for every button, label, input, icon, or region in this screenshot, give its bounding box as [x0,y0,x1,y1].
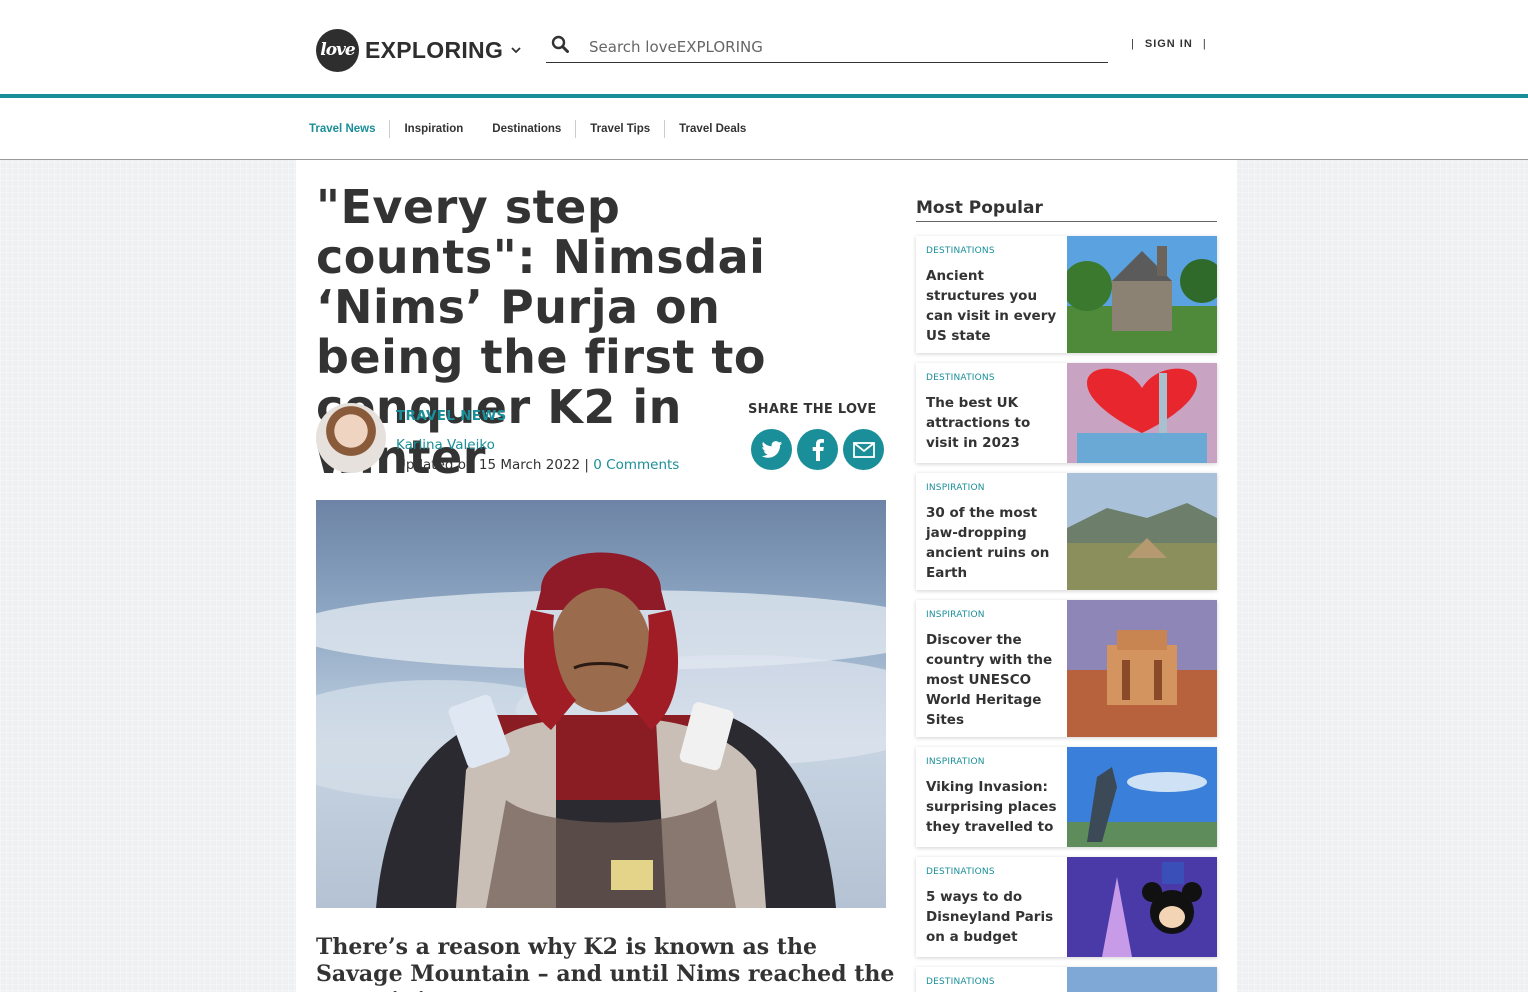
twitter-icon [761,440,782,458]
facebook-icon [812,438,824,461]
card-category[interactable]: INSPIRATION [926,757,985,767]
popular-card[interactable]: DESTINATIONS Ancient structures you can … [916,236,1217,353]
card-thumbnail[interactable] [1067,473,1217,590]
popular-card[interactable]: DESTINATIONS The best UK attractions to … [916,363,1217,463]
updated-date: Updated on 15 March 2022 | [396,457,589,473]
card-category[interactable]: DESTINATIONS [926,246,995,256]
card-thumbnail[interactable] [1067,857,1217,957]
separator: | [1202,38,1207,50]
card-title[interactable]: 5 ways to do Disneyland Paris on a budge… [926,887,1061,947]
nav-travel-news[interactable]: Travel News [309,123,375,135]
search-input[interactable] [589,34,1089,60]
main-nav: Travel News Inspiration Destinations Tra… [0,98,1528,160]
share-email-button[interactable] [843,429,884,470]
author-avatar[interactable] [316,403,386,473]
card-thumbnail[interactable] [1067,363,1217,463]
nav-travel-tips[interactable]: Travel Tips [590,123,650,135]
most-popular-heading: Most Popular [916,198,1217,222]
card-thumbnail[interactable] [1067,747,1217,847]
card-category[interactable]: DESTINATIONS [926,867,995,877]
nav-divider [664,120,666,138]
share-label: SHARE THE LOVE [748,402,877,417]
article-category-link[interactable]: TRAVEL NEWS [396,408,507,424]
account-links: | SIGN IN | [1131,38,1207,50]
nav-divider [389,120,391,138]
nav-destinations[interactable]: Destinations [492,123,561,135]
site-logo[interactable]: love EXPLORING [316,28,522,72]
author-link[interactable]: Karlina Valeiko [396,437,495,453]
logo-wordmark: EXPLORING [365,36,504,63]
popular-card[interactable]: INSPIRATION Discover the country with th… [916,600,1217,737]
popular-card[interactable]: DESTINATIONS 5 ways to do Disneyland Par… [916,857,1217,957]
share-twitter-button[interactable] [751,429,792,470]
popular-card[interactable]: INSPIRATION 30 of the most jaw-dropping … [916,473,1217,590]
card-title[interactable]: Ancient structures you can visit in ever… [926,266,1061,346]
popular-card[interactable]: INSPIRATION Viking Invasion: surprising … [916,747,1217,847]
card-category[interactable]: INSPIRATION [926,610,985,620]
share-facebook-button[interactable] [797,429,838,470]
chevron-down-icon[interactable] [510,44,522,56]
site-header: love EXPLORING | SIGN IN | [0,0,1528,94]
card-thumbnail[interactable] [1067,236,1217,353]
popular-card[interactable]: DESTINATIONS [916,967,1217,992]
hero-image [316,500,886,908]
nav-inspiration[interactable]: Inspiration [404,123,463,135]
search-bar [546,32,1108,63]
nav-travel-deals[interactable]: Travel Deals [679,123,746,135]
article-lede: There’s a reason why K2 is known as the … [316,934,895,992]
card-category[interactable]: DESTINATIONS [926,373,995,383]
separator: | [1131,38,1135,50]
card-thumbnail[interactable] [1067,600,1217,737]
article-meta: Updated on 15 March 2022 | 0 Comments [396,457,679,473]
love-logo-mark: love [316,28,359,72]
card-title[interactable]: Discover the country with the most UNESC… [926,630,1061,730]
card-thumbnail[interactable] [1067,967,1217,992]
search-icon[interactable] [551,35,569,53]
main-content: "Every step counts": Nimsdai ‘Nims’ Purj… [296,160,1237,992]
nav-divider [575,120,577,138]
card-title[interactable]: The best UK attractions to visit in 2023 [926,393,1061,453]
card-category[interactable]: INSPIRATION [926,483,985,493]
card-title[interactable]: Viking Invasion: surprising places they … [926,777,1061,837]
card-category[interactable]: DESTINATIONS [926,977,995,987]
card-title[interactable]: 30 of the most jaw-dropping ancient ruin… [926,503,1061,583]
email-icon [852,441,875,458]
mountaineer-photo [316,552,886,908]
comments-link[interactable]: 0 Comments [593,457,679,473]
sign-in-link[interactable]: SIGN IN [1145,38,1193,50]
